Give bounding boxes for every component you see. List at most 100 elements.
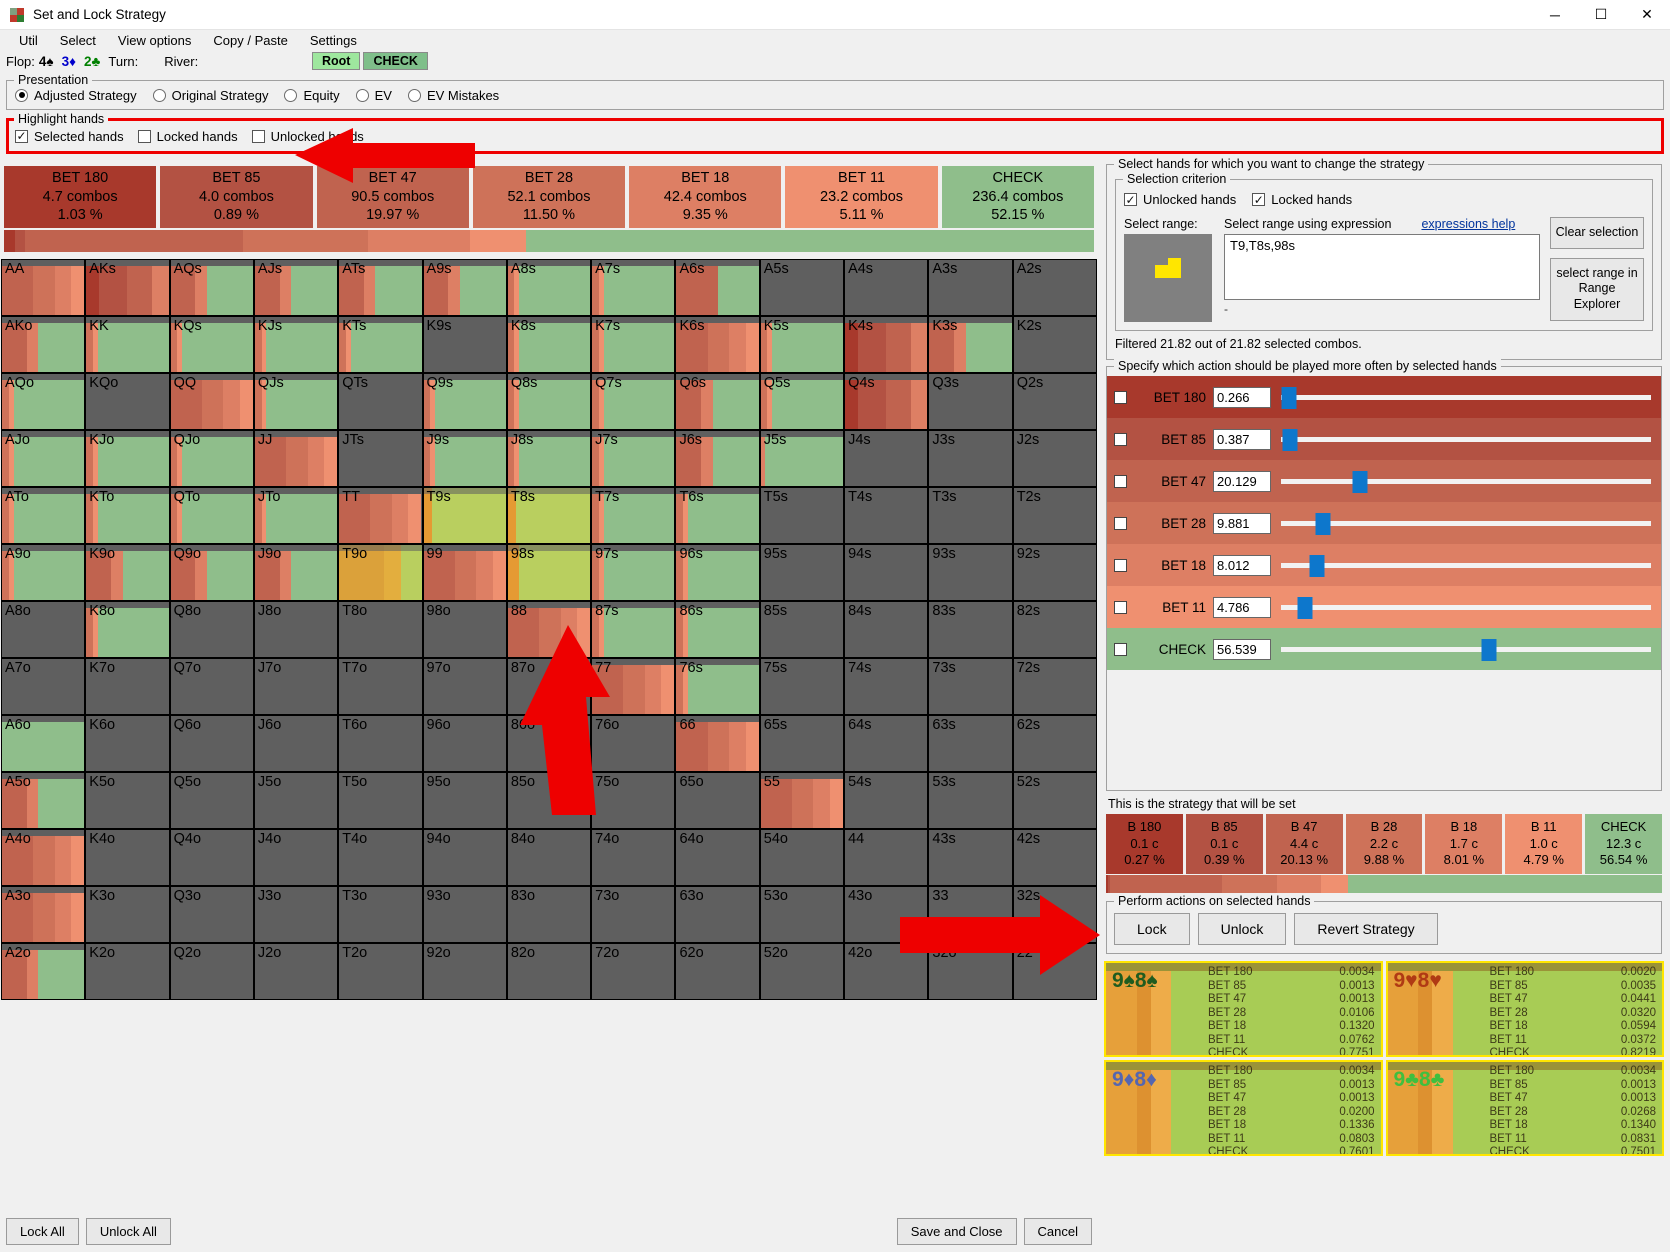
presentation-radio-adjusted-strategy[interactable]: Adjusted Strategy [15,88,137,103]
hand-cell-QJo[interactable]: QJo [170,431,253,486]
hand-cell-K7s[interactable]: K7s [592,317,675,372]
action-summary-bet-47[interactable]: BET 47 90.5 combos 19.97 % [316,166,469,228]
hand-cell-77[interactable]: 77 [592,659,675,714]
hand-matrix-grid[interactable]: AA AKs AQs AJs ATs A9s A8s A7s A6s A5s A4s A3s A2s AK… [1,259,1097,1000]
hand-cell-73o[interactable]: 73o [592,887,675,942]
slider-checkbox[interactable] [1114,516,1127,530]
hand-cell-K6s[interactable]: K6s [676,317,759,372]
hand-cell-94s[interactable]: 94s [845,545,928,600]
hand-cell-92s[interactable]: 92s [1013,545,1096,600]
slider-value-input[interactable] [1213,554,1271,576]
hand-cell-Q6s[interactable]: Q6s [676,374,759,429]
slider-track[interactable] [1281,384,1651,410]
hand-cell-84o[interactable]: 84o [507,830,591,885]
hand-cell-92o[interactable]: 92o [423,944,506,999]
hand-cell-83o[interactable]: 83o [507,887,591,942]
hand-cell-53s[interactable]: 53s [929,773,1012,828]
hand-cell-J5s[interactable]: J5s [760,431,844,486]
hand-cell-K4s[interactable]: K4s [845,317,928,372]
hand-cell-94o[interactable]: 94o [423,830,506,885]
slider-value-input[interactable] [1213,638,1271,660]
hand-cell-32s[interactable]: 32s [1013,887,1096,942]
hand-cell-85o[interactable]: 85o [507,773,591,828]
action-summary-bet-180[interactable]: BET 180 4.7 combos 1.03 % [4,166,157,228]
hand-cell-A6s[interactable]: A6s [676,260,759,315]
criterion-checkbox-locked-hands[interactable]: Locked hands [1252,192,1352,207]
cancel-button[interactable]: Cancel [1023,1217,1092,1245]
hand-cell-AKs[interactable]: AKs [86,260,169,315]
hand-cell-Q9s[interactable]: Q9s [423,374,506,429]
hand-cell-T7s[interactable]: T7s [592,488,675,543]
hand-cell-87o[interactable]: 87o [507,659,591,714]
hand-cell-JJ[interactable]: JJ [254,431,338,486]
hand-cell-AKo[interactable]: AKo [2,317,85,372]
close-icon[interactable]: ✕ [1624,0,1670,30]
hand-cell-98s[interactable]: 98s [507,545,591,600]
hand-cell-ATo[interactable]: ATo [2,488,85,543]
hand-cell-22[interactable]: 22 [1013,944,1096,999]
hand-cell-62o[interactable]: 62o [676,944,759,999]
hand-cell-J3o[interactable]: J3o [254,887,338,942]
lock-all-button[interactable]: Lock All [6,1217,79,1245]
hand-cell-ATs[interactable]: ATs [339,260,422,315]
hand-cell-T3o[interactable]: T3o [339,887,422,942]
slider-checkbox[interactable] [1114,474,1127,488]
hand-cell-J7o[interactable]: J7o [254,659,338,714]
hand-cell-T6o[interactable]: T6o [339,716,422,771]
hand-cell-Q4o[interactable]: Q4o [170,830,253,885]
hand-cell-T5s[interactable]: T5s [760,488,844,543]
presentation-radio-ev[interactable]: EV [355,88,392,103]
hand-cell-KJo[interactable]: KJo [86,431,169,486]
hand-cell-72o[interactable]: 72o [592,944,675,999]
hand-cell-65s[interactable]: 65s [760,716,844,771]
hand-cell-A7s[interactable]: A7s [592,260,675,315]
hand-cell-JTo[interactable]: JTo [254,488,338,543]
hand-cell-Q4s[interactable]: Q4s [845,374,928,429]
hand-cell-KJs[interactable]: KJs [254,317,338,372]
hand-cell-AQo[interactable]: AQo [2,374,85,429]
hand-cell-T8o[interactable]: T8o [339,602,422,657]
hand-cell-KQo[interactable]: KQo [86,374,169,429]
slider-track[interactable] [1281,510,1651,536]
hand-cell-A2o[interactable]: A2o [2,944,85,999]
hand-cell-A4s[interactable]: A4s [845,260,928,315]
hand-cell-Q7o[interactable]: Q7o [170,659,253,714]
presentation-radio-original-strategy[interactable]: Original Strategy [152,88,268,103]
hand-cell-QTs[interactable]: QTs [339,374,422,429]
hand-cell-J8o[interactable]: J8o [254,602,338,657]
hand-cell-A4o[interactable]: A4o [2,830,85,885]
hand-cell-54s[interactable]: 54s [845,773,928,828]
hand-cell-72s[interactable]: 72s [1013,659,1096,714]
hand-cell-42o[interactable]: 42o [845,944,928,999]
expressions-help-link[interactable]: expressions help [1421,217,1515,231]
hand-cell-Q2o[interactable]: Q2o [170,944,253,999]
menu-item-settings[interactable]: Settings [299,31,368,50]
hand-cell-AQs[interactable]: AQs [170,260,253,315]
hand-cell-88[interactable]: 88 [507,602,591,657]
presentation-radio-equity[interactable]: Equity [284,88,340,103]
menu-item-view-options[interactable]: View options [107,31,202,50]
select-range-explorer-button[interactable]: select range in Range Explorer [1550,257,1644,321]
hand-cell-J2o[interactable]: J2o [254,944,338,999]
hand-cell-A8o[interactable]: A8o [2,602,85,657]
slider-checkbox[interactable] [1114,558,1127,572]
hand-cell-85s[interactable]: 85s [760,602,844,657]
hand-cell-87s[interactable]: 87s [592,602,675,657]
slider-checkbox[interactable] [1114,642,1127,656]
hand-cell-54o[interactable]: 54o [760,830,844,885]
hand-cell-74s[interactable]: 74s [845,659,928,714]
hand-cell-K6o[interactable]: K6o [86,716,169,771]
slider-thumb[interactable] [1281,387,1297,409]
hand-cell-AJs[interactable]: AJs [254,260,338,315]
highlight-checkbox-locked-hands[interactable]: Locked hands [137,129,238,144]
hand-cell-Q3o[interactable]: Q3o [170,887,253,942]
hand-cell-84s[interactable]: 84s [845,602,928,657]
hand-cell-86s[interactable]: 86s [676,602,759,657]
hand-cell-T2o[interactable]: T2o [339,944,422,999]
slider-track[interactable] [1281,552,1651,578]
hand-cell-K5o[interactable]: K5o [86,773,169,828]
slider-track[interactable] [1281,426,1651,452]
hand-cell-A5o[interactable]: A5o [2,773,85,828]
hand-cell-K2o[interactable]: K2o [86,944,169,999]
hand-cell-64o[interactable]: 64o [676,830,759,885]
